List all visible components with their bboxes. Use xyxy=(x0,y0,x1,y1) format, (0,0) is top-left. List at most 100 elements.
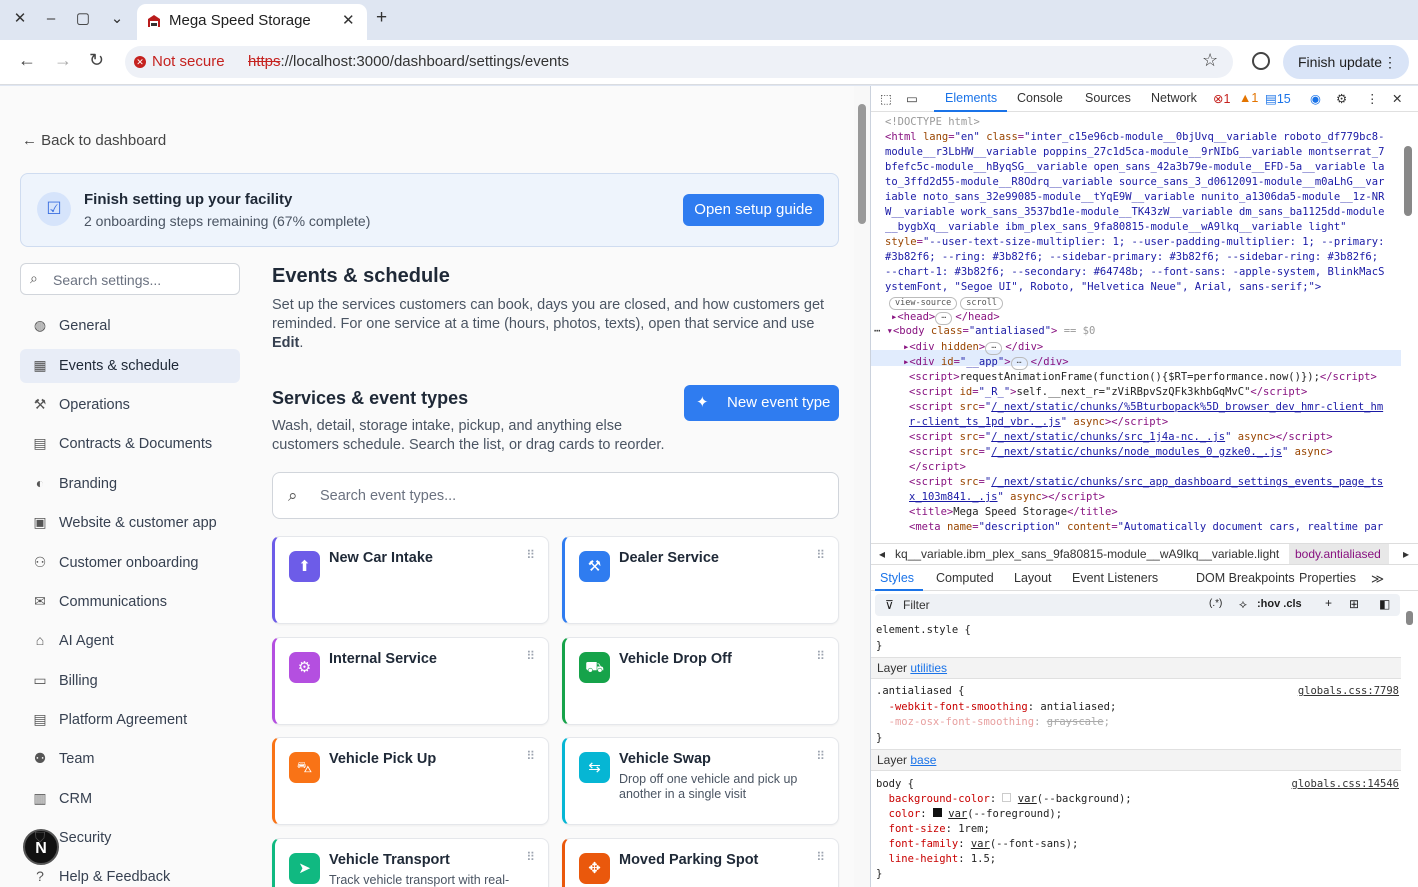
source-link[interactable]: globals.css:7798 xyxy=(1298,684,1399,699)
tab-event-listeners[interactable]: Event Listeners xyxy=(1072,571,1158,585)
sidebar-item-team[interactable]: ⚉ Team xyxy=(20,742,240,776)
devtools-toolbar: ⬚ ▭ Elements Console Sources Network ⊗1 … xyxy=(871,86,1418,112)
message-count[interactable]: ▤15 xyxy=(1265,91,1291,106)
sidebar-item-branding[interactable]: ◐ Branding xyxy=(20,467,240,501)
device-toggle-icon[interactable]: ▭ xyxy=(906,91,918,106)
warning-count[interactable]: ▲1 xyxy=(1239,91,1258,105)
source-link[interactable]: globals.css:14546 xyxy=(1292,777,1399,792)
sidebar-item-help-feedback[interactable]: ? Help & Feedback xyxy=(20,860,240,887)
document-icon: ▤ xyxy=(33,435,47,451)
sidebar-item-label: Team xyxy=(59,751,95,767)
not-secure-chip[interactable]: ✕ Not secure xyxy=(134,53,225,70)
settings-gear-icon[interactable]: ⚙ xyxy=(1336,91,1347,106)
browser-tab[interactable]: Mega Speed Storage ✕ xyxy=(137,4,367,40)
card-title: Dealer Service xyxy=(619,550,719,566)
sidebar-item-contracts-documents[interactable]: ▤ Contracts & Documents xyxy=(20,427,240,461)
sidebar-item-billing[interactable]: ▭ Billing xyxy=(20,664,240,698)
tab-search-icon[interactable]: ⌄ xyxy=(106,8,128,30)
crumb-right-arrow-icon[interactable]: ▸ xyxy=(1403,547,1409,561)
profile-icon[interactable] xyxy=(1252,52,1270,70)
more-options-icon[interactable]: ⋮ xyxy=(1366,91,1379,106)
drag-handle-icon[interactable]: ⠿ xyxy=(816,649,825,663)
event-type-card[interactable]: ⚙ Internal Service ⠿ xyxy=(272,636,549,725)
drag-handle-icon[interactable]: ⠿ xyxy=(526,749,535,763)
breadcrumb-body[interactable]: body.antialiased xyxy=(1289,544,1389,564)
page-scrollbar[interactable] xyxy=(854,86,870,887)
tab-close-icon[interactable]: ✕ xyxy=(342,11,355,29)
tab-properties[interactable]: Properties xyxy=(1299,571,1356,585)
document-icon: ▤ xyxy=(33,711,47,727)
toggle-element-state-icon[interactable]: ⟡ xyxy=(1239,597,1247,612)
drag-handle-icon[interactable]: ⠿ xyxy=(816,850,825,864)
sidebar-item-general[interactable]: ◍ General xyxy=(20,309,240,343)
back-arrow-icon[interactable]: ← xyxy=(18,50,36,71)
new-event-type-button[interactable]: ✦ New event type xyxy=(684,385,839,421)
new-rule-icon[interactable]: + xyxy=(1325,596,1332,610)
window-close-icon[interactable]: ✕ xyxy=(9,8,31,30)
banner-subtitle: 2 onboarding steps remaining (67% comple… xyxy=(84,213,371,229)
back-to-dashboard-link[interactable]: ← Back to dashboard xyxy=(22,132,166,149)
event-type-card[interactable]: ➤ Vehicle Transport Track vehicle transpor… xyxy=(272,837,549,887)
error-count[interactable]: ⊗1 xyxy=(1213,91,1230,106)
devtools-tab-console[interactable]: Console xyxy=(1017,91,1063,105)
event-type-card[interactable]: ⛟ Vehicle Drop Off ⠿ xyxy=(562,636,839,725)
tab-styles[interactable]: Styles xyxy=(880,571,914,585)
sidebar-item-communications[interactable]: ✉ Communications xyxy=(20,585,240,619)
forward-arrow-icon[interactable]: → xyxy=(54,50,72,71)
event-type-card[interactable]: ⛍ Vehicle Pick Up ⠿ xyxy=(272,737,549,825)
event-type-card[interactable]: ⚒ Dealer Service ⠿ xyxy=(562,536,839,624)
styles-pane[interactable]: element.style { } Layer utilities .antia… xyxy=(871,619,1418,887)
sidebar-item-crm[interactable]: ▥ CRM xyxy=(20,782,240,816)
layer-utilities-link[interactable]: utilities xyxy=(910,661,947,675)
more-tabs-icon[interactable]: ≫ xyxy=(1371,571,1384,586)
sidebar-item-operations[interactable]: ⚒ Operations xyxy=(20,388,240,422)
devtools-tab-network[interactable]: Network xyxy=(1151,91,1197,105)
styles-filter-input[interactable]: ⊽ Filter (.*) ⟡ :hov .cls + ⊞ ◧ xyxy=(875,594,1400,616)
finish-update-button[interactable]: Finish update ⋮ xyxy=(1283,45,1409,79)
services-description: Wash, detail, storage intake, pickup, an… xyxy=(272,418,665,453)
inspect-icon[interactable]: ⬚ xyxy=(880,91,892,106)
dom-tree[interactable]: <!DOCTYPE html> <html lang="en" class="i… xyxy=(871,113,1418,540)
sidebar-item-label: Communications xyxy=(59,594,167,610)
window-minimize-icon[interactable]: ‒ xyxy=(40,8,62,30)
tab-dom-breakpoints[interactable]: DOM Breakpoints xyxy=(1196,571,1295,585)
sidebar-item-customer-onboarding[interactable]: ⚇ Customer onboarding xyxy=(20,546,240,580)
ai-assistance-icon[interactable]: ◉ xyxy=(1310,91,1321,106)
event-type-card[interactable]: ⇆ Vehicle Swap Drop off one vehicle and pi… xyxy=(562,737,839,825)
devtools-panel: ⬚ ▭ Elements Console Sources Network ⊗1 … xyxy=(870,86,1418,887)
tab-layout[interactable]: Layout xyxy=(1014,571,1052,585)
url-text[interactable]: https://localhost:3000/dashboard/setting… xyxy=(248,53,569,70)
devtools-tab-elements[interactable]: Elements xyxy=(945,91,997,105)
event-type-card[interactable]: ⬆ New Car Intake ⠿ xyxy=(272,536,549,624)
layer-base-link[interactable]: base xyxy=(910,753,936,767)
settings-search-input[interactable]: ⌕ Search settings... xyxy=(20,263,240,295)
sidebar-item-website-customer-app[interactable]: ▣ Website & customer app xyxy=(20,506,240,540)
open-setup-guide-button[interactable]: Open setup guide xyxy=(683,194,824,226)
bookmark-star-icon[interactable]: ☆ xyxy=(1202,50,1218,71)
sidebar-toggle-icon[interactable]: ◧ xyxy=(1379,597,1390,611)
sidebar-item-platform-agreement[interactable]: ▤ Platform Agreement xyxy=(20,703,240,737)
drag-handle-icon[interactable]: ⠿ xyxy=(816,548,825,562)
new-tab-icon[interactable]: + xyxy=(376,7,387,29)
services-title: Services & event types xyxy=(272,388,469,408)
window-maximize-icon[interactable]: ▢ xyxy=(72,8,94,30)
color-format-icon[interactable]: ⊞ xyxy=(1349,597,1359,611)
event-search-input[interactable]: ⌕ Search event types... xyxy=(272,472,839,519)
tab-computed[interactable]: Computed xyxy=(936,571,994,585)
url-omnibox[interactable]: ✕ Not secure https://localhost:3000/dashb… xyxy=(125,46,1233,78)
event-type-card[interactable]: ✥ Moved Parking Spot ⠿ xyxy=(562,837,839,887)
close-devtools-icon[interactable]: ✕ xyxy=(1392,91,1402,106)
sidebar-item-events-schedule[interactable]: ▦ Events & schedule xyxy=(20,349,240,383)
crumb-left-arrow-icon[interactable]: ◂ xyxy=(879,547,885,561)
styles-tabs: Styles Computed Layout Event Listeners D… xyxy=(871,566,1418,591)
drag-handle-icon[interactable]: ⠿ xyxy=(526,548,535,562)
drag-handle-icon[interactable]: ⠿ xyxy=(526,850,535,864)
sidebar-item-ai-agent[interactable]: ⌂ AI Agent xyxy=(20,624,240,658)
devtools-tab-sources[interactable]: Sources xyxy=(1085,91,1131,105)
drag-handle-icon[interactable]: ⠿ xyxy=(526,649,535,663)
reload-icon[interactable]: ↻ xyxy=(89,50,104,71)
sidebar-item-security[interactable]: ⛉ Security xyxy=(20,821,240,855)
breadcrumb-html[interactable]: kq__variable.ibm_plex_sans_9fa80815-modu… xyxy=(895,547,1279,561)
drag-handle-icon[interactable]: ⠿ xyxy=(816,749,825,763)
gear-icon: ⚙ xyxy=(289,651,320,683)
